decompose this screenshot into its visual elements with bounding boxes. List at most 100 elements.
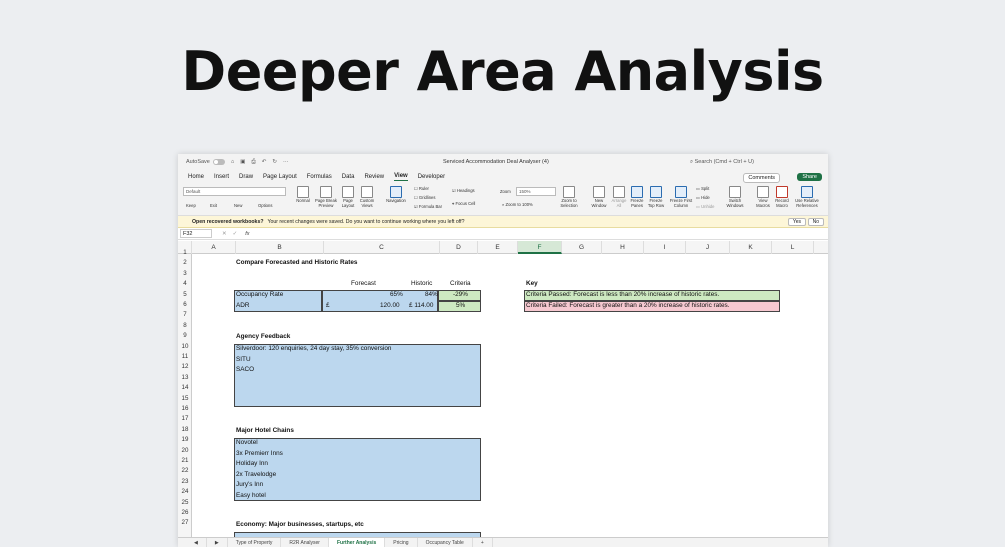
row-header-4[interactable]: 4 — [178, 279, 192, 289]
row-header-10[interactable]: 10 — [178, 342, 192, 352]
menu-formulas[interactable]: Formulas — [307, 174, 332, 180]
row-header-1[interactable]: 1 — [178, 248, 192, 258]
row-header-11[interactable]: 11 — [178, 352, 192, 362]
share-button[interactable]: Share — [797, 173, 822, 181]
notice-yes-button[interactable]: Yes — [787, 218, 806, 226]
home-icon[interactable]: ⌂ — [231, 159, 234, 165]
view-macros-button[interactable]: View Macros — [754, 186, 772, 208]
row-header-6[interactable]: 6 — [178, 300, 192, 310]
row-header-27[interactable]: 27 — [178, 518, 192, 528]
menu-home[interactable]: Home — [188, 174, 204, 180]
enter-icon[interactable]: ✓ — [233, 231, 238, 237]
row-header-15[interactable]: 15 — [178, 394, 192, 404]
row-header-23[interactable]: 23 — [178, 477, 192, 487]
switch-windows-button[interactable]: Switch Windows — [724, 186, 746, 208]
row-header-16[interactable]: 16 — [178, 404, 192, 414]
page-layout-button[interactable]: Page Layout — [340, 186, 356, 208]
sheet-view-select[interactable]: Default — [183, 187, 286, 196]
page-break-button[interactable]: Page Break Preview — [314, 186, 338, 208]
unhide-button[interactable]: ▭ Unhide — [696, 204, 714, 209]
cancel-icon[interactable]: ✕ — [222, 231, 227, 237]
notice-no-button[interactable]: No — [807, 218, 824, 226]
column-header-d[interactable]: D — [440, 241, 478, 254]
column-header-j[interactable]: J — [686, 241, 730, 254]
more-icon[interactable]: ··· — [283, 159, 289, 165]
function-icon[interactable]: fx — [245, 231, 249, 237]
normal-view-button[interactable]: Normal — [294, 186, 312, 204]
menu-review[interactable]: Review — [364, 174, 384, 180]
column-header-c[interactable]: C — [324, 241, 440, 254]
navigation-button[interactable]: Navigation — [384, 186, 408, 204]
formula-bar-checkbox[interactable]: ☑ Formula Bar — [414, 204, 442, 209]
row-header-24[interactable]: 24 — [178, 487, 192, 497]
row-header-2[interactable]: 2 — [178, 258, 192, 268]
column-header-b[interactable]: B — [236, 241, 324, 254]
column-header-a[interactable]: A — [192, 241, 236, 254]
focus-cell-button[interactable]: ⌖ Focus Cell — [452, 201, 475, 206]
search-input[interactable]: ⌕ Search (Cmd + Ctrl + U) — [690, 159, 754, 166]
menu-insert[interactable]: Insert — [214, 174, 229, 180]
row-header-14[interactable]: 14 — [178, 383, 192, 393]
comments-button[interactable]: Comments — [743, 173, 780, 183]
row-header-5[interactable]: 5 — [178, 290, 192, 300]
tab-pricing[interactable]: Pricing — [385, 537, 418, 547]
document-title[interactable]: Serviced Accommodation Deal Analyser (4) — [443, 159, 549, 165]
freeze-first-column-button[interactable]: Freeze First Column — [668, 186, 694, 208]
column-header-e[interactable]: E — [478, 241, 518, 254]
column-header-f[interactable]: F — [518, 241, 562, 254]
tab-further-analysis[interactable]: Further Analysis — [328, 537, 386, 547]
menu-developer[interactable]: Developer — [418, 174, 445, 180]
zoom-selection-button[interactable]: Zoom to Selection — [558, 186, 580, 208]
print-icon[interactable]: ⎙ — [251, 159, 255, 166]
row-header-26[interactable]: 26 — [178, 508, 192, 518]
menu-view[interactable]: View — [394, 173, 408, 181]
new-view-button[interactable]: New — [234, 203, 242, 208]
redo-icon[interactable]: ↻ — [272, 159, 277, 165]
freeze-panes-button[interactable]: Freeze Panes — [628, 186, 646, 208]
tab-nav-prev-icon[interactable]: ◀ — [186, 537, 207, 547]
arrange-all-button[interactable]: Arrange All — [610, 186, 628, 208]
relative-references-button[interactable]: Use Relative References — [792, 186, 822, 208]
row-header-9[interactable]: 9 — [178, 331, 192, 341]
tab-type-of-property[interactable]: Type of Property — [228, 537, 282, 547]
new-window-button[interactable]: New Window — [588, 186, 610, 208]
column-header-h[interactable]: H — [602, 241, 644, 254]
column-header-i[interactable]: I — [644, 241, 686, 254]
menu-page-layout[interactable]: Page Layout — [263, 174, 297, 180]
row-header-7[interactable]: 7 — [178, 310, 192, 320]
freeze-top-row-button[interactable]: Freeze Top Row — [646, 186, 666, 208]
record-macro-button[interactable]: Record Macro — [772, 186, 792, 208]
ruler-checkbox[interactable]: ☐ Ruler — [414, 186, 429, 191]
keep-button[interactable]: Keep — [186, 203, 196, 208]
gridlines-checkbox[interactable]: ☐ Gridlines — [414, 195, 435, 200]
name-box[interactable]: F32 — [180, 229, 212, 238]
add-sheet-icon[interactable]: + — [473, 537, 493, 547]
row-header-19[interactable]: 19 — [178, 435, 192, 445]
save-icon[interactable]: ▣ — [240, 159, 245, 165]
zoom-100-button[interactable]: ⌕ Zoom to 100% — [502, 202, 533, 207]
column-header-m[interactable]: M — [814, 241, 828, 254]
headings-checkbox[interactable]: ☑ Headings — [452, 188, 475, 193]
menu-data[interactable]: Data — [342, 174, 355, 180]
row-header-3[interactable]: 3 — [178, 269, 192, 279]
exit-button[interactable]: Exit — [210, 203, 217, 208]
row-header-20[interactable]: 20 — [178, 446, 192, 456]
row-header-17[interactable]: 17 — [178, 414, 192, 424]
options-button[interactable]: Options — [258, 203, 272, 208]
column-header-l[interactable]: L — [772, 241, 814, 254]
autosave-toggle[interactable]: AutoSave — [186, 159, 225, 165]
row-header-22[interactable]: 22 — [178, 466, 192, 476]
column-header-k[interactable]: K — [730, 241, 772, 254]
row-header-8[interactable]: 8 — [178, 321, 192, 331]
column-header-g[interactable]: G — [562, 241, 602, 254]
tab-nav-next-icon[interactable]: ▶ — [207, 537, 228, 547]
row-header-13[interactable]: 13 — [178, 373, 192, 383]
row-header-21[interactable]: 21 — [178, 456, 192, 466]
custom-views-button[interactable]: Custom Views — [358, 186, 376, 208]
tab-occupancy-table[interactable]: Occupancy Table — [418, 537, 473, 547]
hide-button[interactable]: ▭ Hide — [696, 195, 710, 200]
zoom-select[interactable]: 150% — [516, 187, 556, 196]
undo-icon[interactable]: ↶ — [262, 159, 267, 165]
split-button[interactable]: ▭ Split — [696, 186, 709, 191]
row-header-25[interactable]: 25 — [178, 498, 192, 508]
